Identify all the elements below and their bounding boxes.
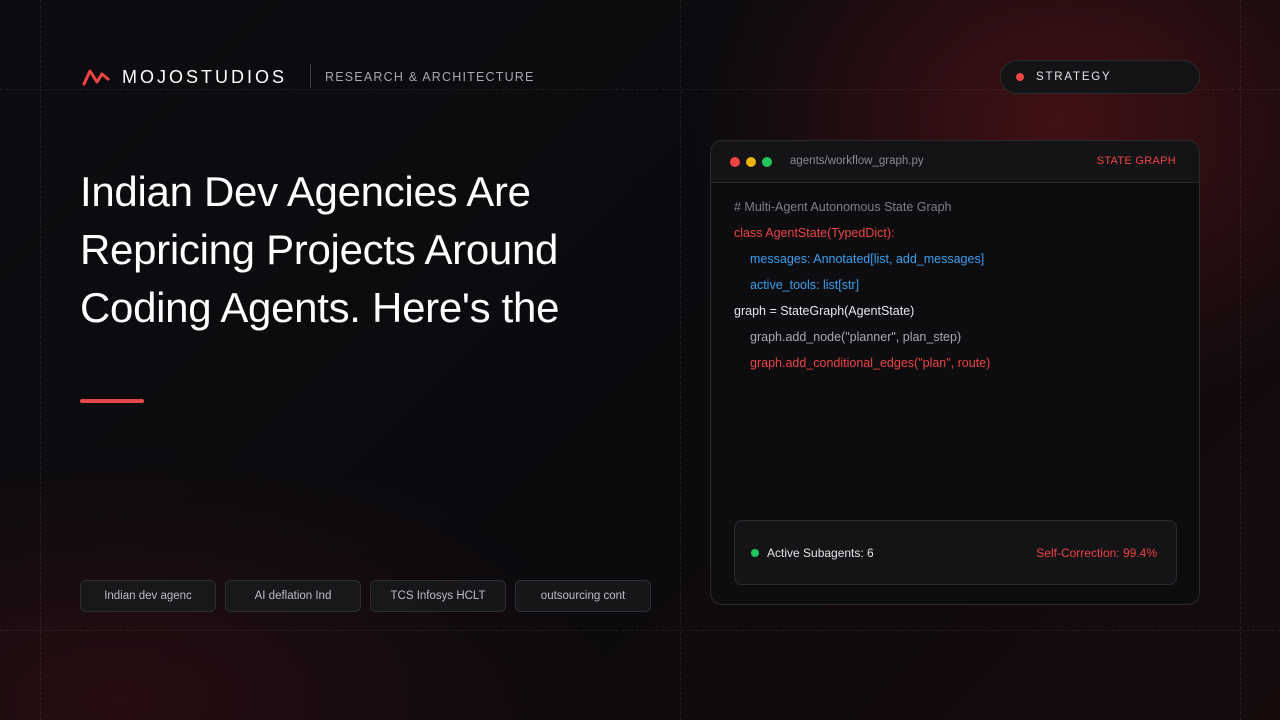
minimize-dot-icon bbox=[746, 157, 756, 167]
status-dot-icon bbox=[1016, 73, 1024, 81]
code-block: # Multi-Agent Autonomous State Graph cla… bbox=[734, 199, 990, 381]
code-line: graph = StateGraph(AgentState) bbox=[734, 304, 915, 318]
brand-header: MOJOSTUDIOS RESEARCH & ARCHITECTURE bbox=[82, 64, 533, 88]
tag-list: Indian dev agenc AI deflation Ind TCS In… bbox=[80, 580, 651, 612]
code-line: # Multi-Agent Autonomous State Graph bbox=[734, 200, 952, 214]
code-window: agents/workflow_graph.py STATE GRAPH # M… bbox=[710, 140, 1200, 605]
window-titlebar: agents/workflow_graph.py STATE GRAPH bbox=[711, 141, 1199, 183]
headline-line: Indian Dev Agencies Are bbox=[80, 168, 531, 215]
active-dot-icon bbox=[751, 549, 759, 557]
brand-name: MOJOSTUDIOS bbox=[122, 66, 288, 87]
code-line: class AgentState(TypedDict): bbox=[734, 226, 895, 240]
grid-line bbox=[40, 0, 41, 720]
self-correction-rate: Self-Correction: 99.4% bbox=[1036, 546, 1157, 560]
active-subagents: Active Subagents: 6 bbox=[767, 546, 874, 560]
code-line: graph.add_node("planner", plan_step) bbox=[750, 330, 962, 344]
logo-icon bbox=[82, 69, 110, 86]
tag-chip[interactable]: AI deflation Ind bbox=[225, 580, 361, 612]
category-label: STRATEGY bbox=[1036, 71, 1112, 83]
brand-subtitle: RESEARCH & ARCHITECTURE bbox=[325, 70, 535, 84]
window-tag: STATE GRAPH bbox=[1096, 155, 1176, 167]
code-line: active_tools: list[str] bbox=[750, 278, 860, 292]
tag-chip[interactable]: TCS Infosys HCLT bbox=[370, 580, 506, 612]
grid-line bbox=[1240, 0, 1241, 720]
close-dot-icon bbox=[730, 157, 740, 167]
code-line: messages: Annotated[list, add_messages] bbox=[750, 252, 985, 266]
category-pill: STRATEGY bbox=[1000, 60, 1200, 94]
tag-chip[interactable]: Indian dev agenc bbox=[80, 580, 216, 612]
headline-line: Coding Agents. Here's the bbox=[80, 284, 560, 331]
file-name: agents/workflow_graph.py bbox=[790, 155, 924, 167]
headline-line: Repricing Projects Around bbox=[80, 226, 559, 273]
grid-line bbox=[0, 630, 1280, 631]
page-title: Indian Dev Agencies Are Repricing Projec… bbox=[80, 163, 640, 337]
status-panel: Active Subagents: 6 Self-Correction: 99.… bbox=[734, 520, 1177, 585]
grid-line bbox=[680, 0, 681, 720]
accent-divider bbox=[80, 399, 144, 403]
tag-chip[interactable]: outsourcing cont bbox=[515, 580, 651, 612]
brand-divider bbox=[310, 64, 311, 88]
code-line: graph.add_conditional_edges("plan", rout… bbox=[750, 356, 991, 370]
maximize-dot-icon bbox=[762, 157, 772, 167]
